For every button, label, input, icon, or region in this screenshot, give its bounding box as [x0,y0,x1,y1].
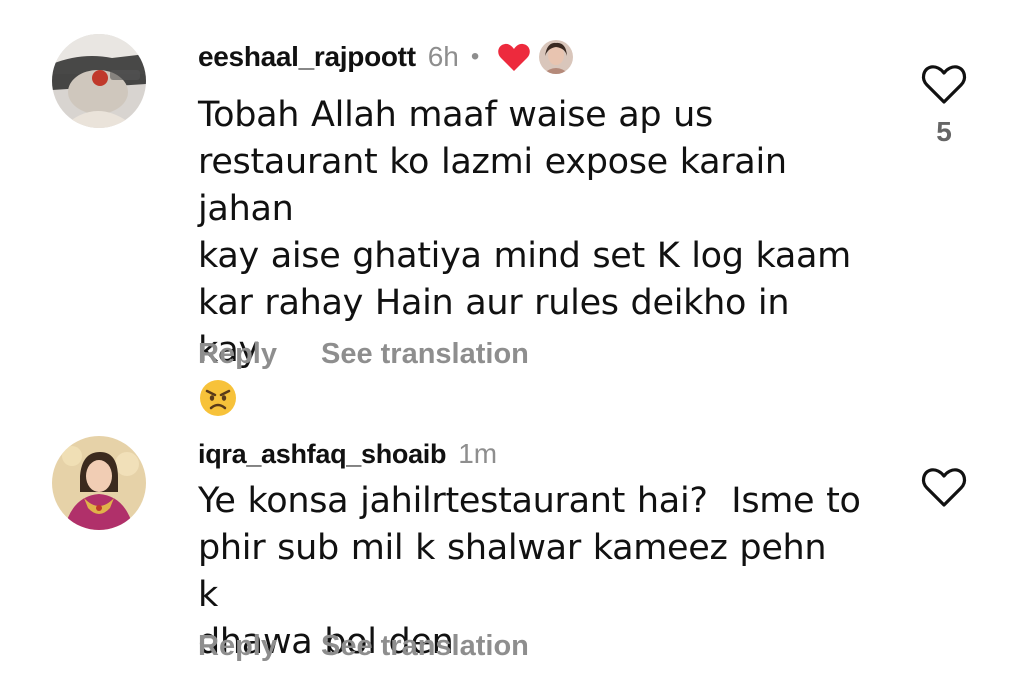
username[interactable]: iqra_ashfaq_shoaib [198,439,446,470]
see-translation-button[interactable]: See translation [321,630,529,663]
heart-outline-icon[interactable] [920,465,968,509]
username[interactable]: eeshaal_rajpoott [198,41,416,73]
comment-actions: Reply See translation [198,628,529,664]
meta-separator: • [470,43,480,70]
like-count: 5 [936,116,952,147]
avatar[interactable] [52,436,146,530]
comment-text-line: Ye konsa jahilrtestaurant hai? Isme to [198,481,861,521]
comment-meta: iqra_ashfaq_shoaib 1m [198,434,497,474]
comments-panel: eeshaal_rajpoott 6h • Tobah Allah maaf w… [0,0,1024,685]
see-translation-button[interactable]: See translation [321,338,529,371]
comment-text-line: Tobah Allah maaf waise ap us [198,95,713,135]
creator-liked-badge [497,38,576,76]
timestamp: 6h [427,41,459,72]
comment-meta: eeshaal_rajpoott 6h • [198,37,576,77]
creator-avatar [537,38,576,76]
comment-text-line: restaurant ko lazmi expose karain jahan [198,142,787,229]
reply-button[interactable]: Reply [198,338,277,371]
reply-button[interactable]: Reply [198,630,277,663]
comment-actions: Reply See translation [198,336,529,372]
red-heart-icon [497,42,531,72]
comment-text-line: kay aise ghatiya mind set K log kaam [198,236,851,276]
comment-text-line: phir sub mil k shalwar kameez pehn k [198,528,827,615]
angry-face-icon [198,378,858,418]
heart-outline-icon[interactable] [920,62,968,106]
avatar[interactable] [52,34,146,128]
timestamp: 1m [458,438,498,469]
